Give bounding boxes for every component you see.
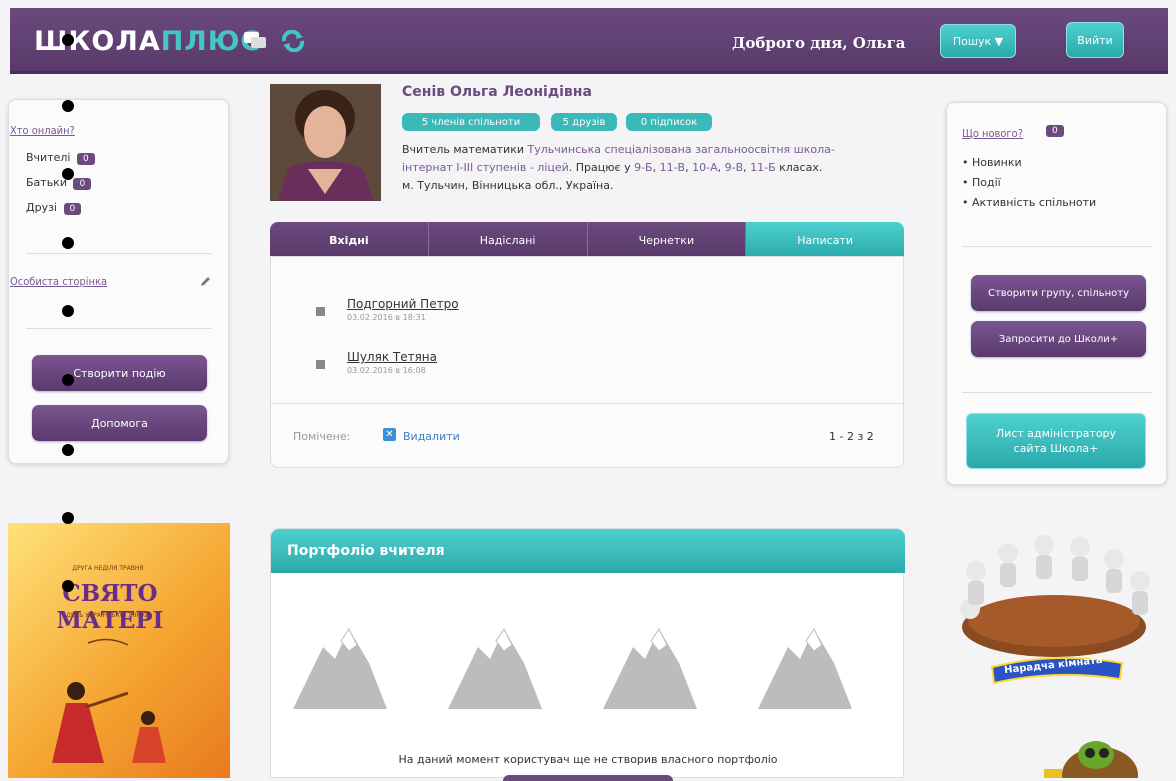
message-date: 03.02.2016 в 18:31 [347, 313, 426, 322]
message-checkbox[interactable] [316, 307, 325, 316]
overlay-marker-dot [62, 237, 74, 249]
online-friends[interactable]: Друзі 0 [26, 201, 82, 215]
inbox-panel: Подгорний Петро 03.02.2016 в 18:31 Шуляк… [270, 256, 904, 468]
create-portfolio-button[interactable] [503, 775, 673, 781]
works-in-text: . Працює у [568, 161, 635, 174]
marked-label: Помічене: [293, 430, 351, 443]
mothers-day-banner[interactable]: ДРУГА НЕДІЛЯ ТРАВНЯ СВЯТО МАТЕРІ ДЕНЬ УК… [8, 523, 230, 778]
profile-name: Сенів Ольга Леонідівна [402, 84, 592, 100]
message-sender[interactable]: Подгорний Петро [347, 297, 459, 311]
mountain-placeholder-icon [448, 628, 542, 709]
divider [962, 246, 1152, 247]
cartoon-character-illustration [1044, 741, 1138, 778]
delete-x-icon[interactable]: ✕ [383, 428, 396, 441]
create-event-button[interactable]: Створити подію [32, 355, 207, 391]
portfolio-empty-text: На даний момент користувач ще не створив… [398, 753, 778, 766]
divider [271, 403, 903, 404]
message-tabs: Вхідні Надіслані Чернетки Написати [270, 222, 904, 258]
online-friends-count: 0 [63, 203, 82, 215]
online-teachers-count: 0 [76, 153, 95, 165]
class-link-10a[interactable]: 10-А [692, 161, 718, 174]
whats-new-link[interactable]: Що нового? [962, 127, 1023, 140]
class-link-9b[interactable]: 9-Б [634, 161, 653, 174]
chat-icon[interactable] [242, 30, 268, 52]
banner-small-text: ДРУГА НЕДІЛЯ ТРАВНЯ [72, 565, 144, 572]
classes-suffix: класах. [775, 161, 823, 174]
tab-sent[interactable]: Надіслані [428, 222, 588, 258]
divider [26, 253, 212, 254]
message-checkbox[interactable] [316, 360, 325, 369]
friends-badge[interactable]: 5 друзів [551, 113, 617, 131]
mountain-placeholder-icon [758, 628, 852, 709]
mother-child-illustration [52, 638, 166, 763]
class-link-9v[interactable]: 9-В [725, 161, 744, 174]
community-activity-item[interactable]: • Активність спільноти [962, 196, 1096, 209]
community-members-badge[interactable]: 5 членів спільноти [402, 113, 540, 131]
create-group-button[interactable]: Створити групу, спільноту [971, 275, 1146, 311]
overlay-marker-dot [62, 100, 74, 112]
online-teachers-label: Вчителі [26, 151, 71, 164]
profile-bio: Вчитель математики Тульчинська спеціаліз… [402, 143, 835, 192]
banner-subtitle: ДЕНЬ УКРАЇНСЬКОЇ ЖІНКИ [66, 612, 150, 619]
tab-drafts[interactable]: Чернетки [587, 222, 747, 258]
meeting-room-banner[interactable]: Нарадча кімната [946, 523, 1167, 695]
news-item-label: Новинки [972, 156, 1022, 169]
subscriptions-badge[interactable]: 0 підписок [626, 113, 712, 131]
portfolio-placeholder-images [293, 628, 852, 709]
tab-compose[interactable]: Написати [746, 222, 904, 258]
pencil-icon[interactable] [199, 276, 211, 288]
help-button[interactable]: Допомога [32, 405, 207, 441]
overlay-marker-dot [62, 168, 74, 180]
events-item[interactable]: • Події [962, 176, 1001, 189]
pagination-text: 1 - 2 з 2 [829, 430, 874, 443]
online-teachers[interactable]: Вчителі 0 [26, 151, 95, 165]
invite-button[interactable]: Запросити до Школи+ [971, 321, 1146, 357]
class-link-11v[interactable]: 11-В [660, 161, 686, 174]
message-sender[interactable]: Шуляк Тетяна [347, 350, 437, 364]
portfolio-title: Портфоліо вчителя [271, 529, 905, 573]
events-item-label: Події [972, 176, 1001, 189]
mountain-placeholder-icon [603, 628, 697, 709]
divider [962, 392, 1152, 393]
profile-location: м. Тульчин, Вінницька обл., Україна. [402, 179, 614, 192]
personal-page-link[interactable]: Особиста сторінка [10, 275, 107, 288]
top-navigation-bar: ШКОЛАПЛЮС Доброго дня, Ольга Пошук ▼ Вий… [10, 8, 1168, 74]
right-sidebar: Що нового? 0 • Новинки • Події • Активні… [946, 102, 1167, 485]
overlay-marker-dot [62, 580, 74, 592]
avatar [270, 84, 381, 201]
whats-new-label: Що нового? [962, 127, 1023, 140]
online-friends-label: Друзі [26, 201, 57, 214]
overlay-marker-dot [62, 34, 74, 46]
left-sidebar: Хто онлайн? Вчителі 0 Батьки 0 Друзі 0 О… [8, 99, 229, 464]
tab-inbox[interactable]: Вхідні [270, 222, 429, 258]
mountain-placeholder-icon [293, 628, 387, 709]
whats-new-count: 0 [1046, 125, 1064, 137]
community-activity-label: Активність спільноти [972, 196, 1097, 209]
overlay-marker-dot [62, 444, 74, 456]
online-parents-count: 0 [73, 178, 92, 190]
divider [26, 328, 212, 329]
message-date: 03.02.2016 в 16:08 [347, 366, 426, 375]
profile-photo[interactable] [270, 84, 381, 201]
online-parents-label: Батьки [26, 176, 67, 189]
cartoon-banner[interactable] [1040, 735, 1140, 778]
delete-link[interactable]: Видалити [403, 430, 460, 443]
class-link-11b[interactable]: 11-Б [750, 161, 776, 174]
portfolio-panel: Портфоліо вчителя На даний момент корист… [270, 528, 905, 781]
greeting-text: Доброго дня, Ольга [732, 34, 906, 52]
profile-role: Вчитель математики [402, 143, 528, 156]
admin-letter-button[interactable]: Лист адміністратору сайта Школа+ [966, 413, 1146, 469]
logout-button[interactable]: Вийти [1066, 22, 1124, 58]
who-online-link[interactable]: Хто онлайн? [10, 124, 75, 137]
search-dropdown-button[interactable]: Пошук ▼ [940, 24, 1016, 58]
refresh-icon[interactable] [280, 30, 306, 52]
overlay-marker-dot [62, 305, 74, 317]
overlay-marker-dot [62, 374, 74, 386]
overlay-marker-dot [62, 512, 74, 524]
online-parents[interactable]: Батьки 0 [26, 176, 92, 190]
news-item[interactable]: • Новинки [962, 156, 1022, 169]
